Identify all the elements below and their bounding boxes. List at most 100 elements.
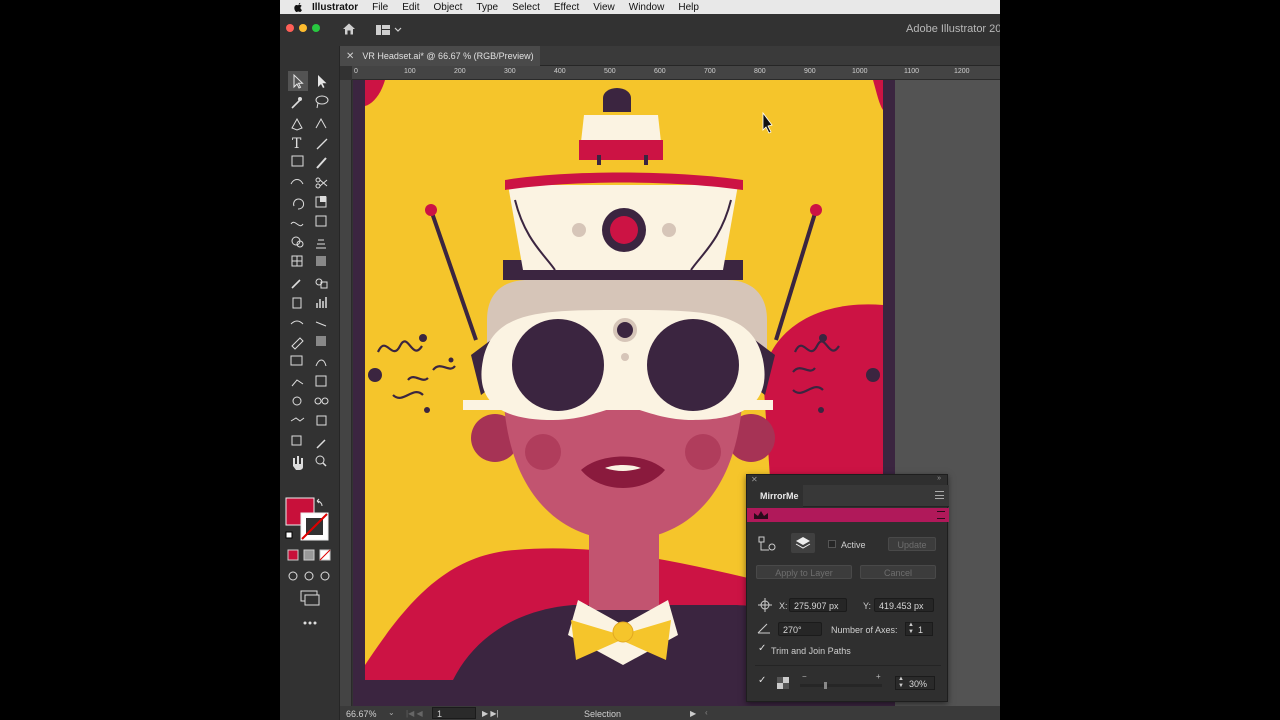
edit-toolbar-icon[interactable] <box>303 621 317 625</box>
zoom-window-button[interactable] <box>312 24 320 32</box>
opacity-slider-thumb[interactable] <box>824 682 827 689</box>
cancel-button[interactable]: Cancel <box>860 565 936 579</box>
none-mode-icon[interactable] <box>319 549 331 561</box>
home-icon[interactable] <box>342 22 356 36</box>
zoom-dropdown-icon[interactable]: ⌄ <box>388 708 395 717</box>
vertical-ruler[interactable] <box>340 80 352 706</box>
eyedropper-measure-tool-icon[interactable] <box>316 439 326 449</box>
scroll-left-icon[interactable]: ‹ <box>705 708 708 717</box>
direct-selection-tool-icon[interactable] <box>318 75 327 88</box>
zoom-link-tool-icon[interactable] <box>314 397 329 405</box>
scissors-tool-icon[interactable] <box>315 177 328 189</box>
artboard-number-field[interactable]: 1 <box>432 707 476 719</box>
blend-tool-icon[interactable] <box>315 278 328 289</box>
drawing-mode-icon[interactable] <box>288 571 330 581</box>
mesh-tool-icon[interactable] <box>291 255 303 267</box>
pen-tool-icon[interactable] <box>291 117 303 131</box>
trim-checkmark-icon[interactable]: ✓ <box>758 643 766 654</box>
menu-type[interactable]: Type <box>476 2 498 13</box>
apple-icon[interactable] <box>292 2 304 13</box>
menu-effect[interactable]: Effect <box>554 2 579 13</box>
axes-stepper[interactable]: ▲ ▼ 1 <box>905 622 933 636</box>
spiral-tool-icon[interactable] <box>292 396 302 406</box>
document-tab[interactable]: ✕ VR Headset.ai* @ 66.67 % (RGB/Preview) <box>340 46 540 66</box>
menu-app-name[interactable]: Illustrator <box>312 2 358 13</box>
selection-tool-icon[interactable] <box>288 71 308 91</box>
next-artboard-icon[interactable]: ▶ ▶| <box>482 709 499 718</box>
menu-edit[interactable]: Edit <box>402 2 419 13</box>
menu-file[interactable]: File <box>372 2 388 13</box>
graph-data-tool-icon[interactable] <box>315 375 327 387</box>
symbol-sprayer-tool-icon[interactable] <box>292 297 302 309</box>
opacity-stepper-arrows-icon[interactable]: ▲ ▼ <box>898 676 904 690</box>
current-tool-label[interactable]: Selection <box>584 709 621 719</box>
y-coordinate-field[interactable]: 419.453 px <box>874 598 934 612</box>
layers-toggle-button[interactable] <box>791 533 815 553</box>
menu-help[interactable]: Help <box>678 2 699 13</box>
swap-fill-stroke-icon[interactable] <box>316 498 323 507</box>
plugin-menu-icon[interactable] <box>937 511 945 519</box>
menu-window[interactable]: Window <box>629 2 665 13</box>
live-paint-tool-icon[interactable] <box>290 355 303 366</box>
rotate-tool-icon[interactable] <box>293 198 305 210</box>
opacity-slider-track[interactable] <box>800 682 882 689</box>
active-checkbox[interactable] <box>828 540 836 548</box>
opacity-stepper[interactable]: ▲ ▼ 30% <box>895 676 935 690</box>
preview-checkmark-icon[interactable]: ✓ <box>758 675 766 686</box>
first-artboard-icon[interactable]: |◀ ◀ <box>406 709 423 718</box>
zoom-tool-icon[interactable] <box>315 455 327 467</box>
collapse-panel-icon[interactable]: » <box>937 475 941 482</box>
update-button[interactable]: Update <box>888 537 936 551</box>
column-graph-tool-icon[interactable] <box>316 297 327 308</box>
panel-menu-icon[interactable] <box>935 491 944 499</box>
zoom-level[interactable]: 66.67% <box>346 709 377 719</box>
lasso-tool-icon[interactable] <box>315 95 329 109</box>
chart-tool-icon[interactable] <box>291 379 304 387</box>
close-panel-icon[interactable]: ✕ <box>751 475 758 484</box>
axes-stepper-arrows-icon[interactable]: ▲ ▼ <box>908 622 914 636</box>
minimize-window-button[interactable] <box>299 24 307 32</box>
horizontal-ruler[interactable]: 0 100 200 300 400 500 600 700 800 900 10… <box>352 66 1000 80</box>
menu-object[interactable]: Object <box>433 2 462 13</box>
x-coordinate-field[interactable]: 275.907 px <box>789 598 847 612</box>
paintbrush-tool-icon[interactable] <box>316 157 327 169</box>
active-label: Active <box>841 540 866 550</box>
eyedropper-tool-icon[interactable] <box>291 279 301 289</box>
panel-tab-mirrorme[interactable]: MirrorMe <box>747 485 803 507</box>
artboard-tool-icon[interactable] <box>290 320 304 325</box>
color-mode-icon[interactable] <box>287 549 299 561</box>
anchor-point-icon[interactable] <box>757 535 779 553</box>
shape-builder-tool-icon[interactable] <box>291 236 304 248</box>
rectangle-tool-icon[interactable] <box>291 155 304 167</box>
angle-field[interactable]: 270° <box>778 622 822 636</box>
close-tab-icon[interactable]: ✕ <box>346 51 354 62</box>
curvature-tool-icon[interactable] <box>315 117 327 129</box>
type-tool-icon[interactable]: T <box>292 136 302 152</box>
menu-select[interactable]: Select <box>512 2 540 13</box>
default-fill-stroke-icon[interactable] <box>285 531 293 539</box>
workspace-switcher-icon[interactable] <box>376 24 406 36</box>
menu-view[interactable]: View <box>593 2 615 13</box>
eraser-tool-icon[interactable] <box>291 337 304 350</box>
gradient-mode-icon[interactable] <box>303 549 315 561</box>
shaper-tool-icon[interactable] <box>290 179 304 185</box>
screen-mode-icon[interactable] <box>300 590 320 606</box>
magic-wand-tool-icon[interactable] <box>291 97 302 109</box>
status-menu-icon[interactable]: ▶ <box>690 709 696 718</box>
crop-tool-icon[interactable] <box>316 415 327 426</box>
close-window-button[interactable] <box>286 24 294 32</box>
stroke-color-swatch[interactable] <box>300 512 329 541</box>
artboard-icon[interactable] <box>291 435 302 446</box>
puppet-warp-tool-icon[interactable] <box>315 359 327 367</box>
warp-tool-icon[interactable] <box>316 336 326 346</box>
line-tool-icon[interactable] <box>316 138 328 150</box>
apply-to-layer-button[interactable]: Apply to Layer <box>756 565 852 579</box>
slice-tool-icon[interactable] <box>315 321 327 327</box>
free-transform-tool-icon[interactable] <box>315 215 327 227</box>
hand-tool-icon[interactable] <box>293 456 303 470</box>
scale-tool-icon[interactable] <box>315 196 327 208</box>
gradient-tool-icon[interactable] <box>316 256 326 266</box>
join-tool-icon[interactable] <box>290 417 305 422</box>
width-tool-icon[interactable] <box>290 221 304 227</box>
perspective-grid-tool-icon[interactable] <box>316 239 326 249</box>
